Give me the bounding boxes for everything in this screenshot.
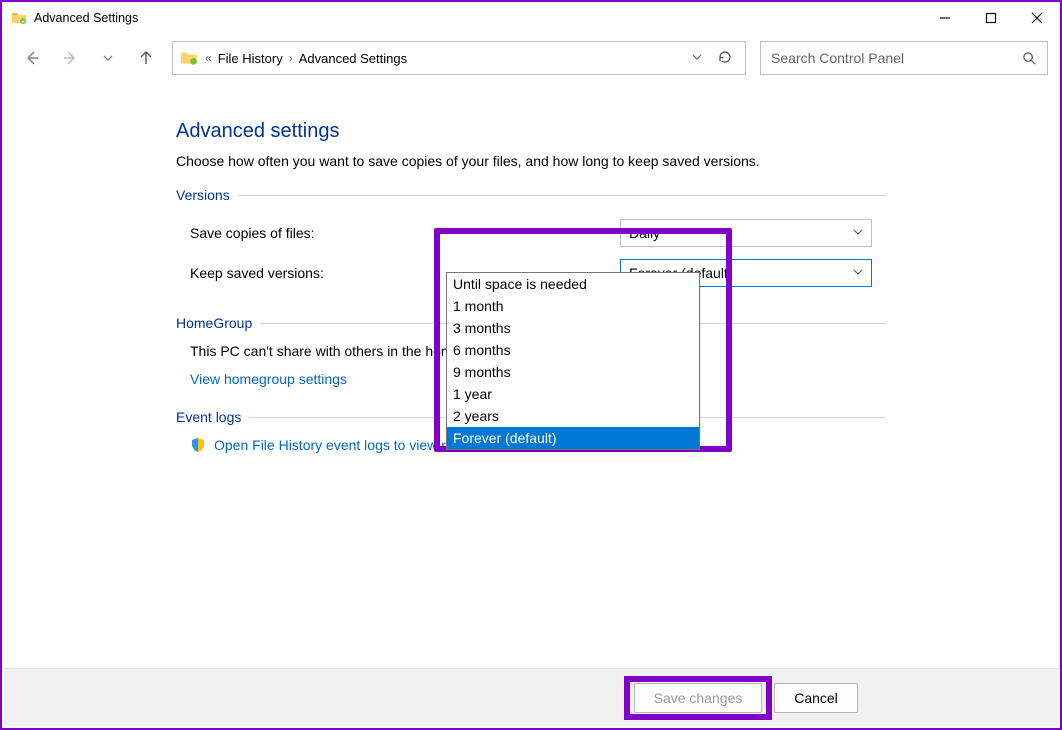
save-copies-label: Save copies of files: bbox=[190, 225, 620, 241]
dropdown-option-selected[interactable]: Forever (default) bbox=[447, 427, 699, 449]
folder-icon bbox=[10, 9, 28, 27]
section-header-versions: Versions bbox=[176, 187, 886, 207]
navigation-bar: « File History › Advanced Settings Searc… bbox=[2, 38, 1060, 78]
dropdown-option[interactable]: 6 months bbox=[447, 339, 699, 361]
title-bar: Advanced Settings bbox=[2, 2, 1060, 34]
section-label: HomeGroup bbox=[176, 315, 252, 331]
save-copies-select[interactable]: Daily bbox=[620, 219, 872, 247]
window-title: Advanced Settings bbox=[34, 11, 138, 25]
minimize-button[interactable] bbox=[922, 3, 968, 33]
save-changes-button[interactable]: Save changes bbox=[634, 683, 762, 713]
dropdown-option[interactable]: 2 years bbox=[447, 405, 699, 427]
up-button[interactable] bbox=[134, 46, 158, 70]
window-controls bbox=[922, 3, 1060, 33]
shield-icon bbox=[190, 437, 206, 453]
maximize-button[interactable] bbox=[968, 3, 1014, 33]
chevron-right-icon: › bbox=[289, 51, 293, 65]
homegroup-settings-link[interactable]: View homegroup settings bbox=[190, 371, 347, 387]
dropdown-option[interactable]: 1 year bbox=[447, 383, 699, 405]
chevron-down-icon bbox=[853, 267, 863, 280]
forward-button[interactable] bbox=[58, 46, 82, 70]
folder-icon bbox=[179, 48, 199, 68]
dropdown-option[interactable]: 1 month bbox=[447, 295, 699, 317]
footer-bar: Save changes Cancel bbox=[4, 668, 1058, 726]
breadcrumb-prefix: « bbox=[205, 51, 212, 65]
search-input[interactable]: Search Control Panel bbox=[760, 41, 1048, 75]
close-button[interactable] bbox=[1014, 3, 1060, 33]
content-area: Advanced settings Choose how often you w… bbox=[2, 78, 1060, 453]
page-title: Advanced settings bbox=[176, 120, 1020, 143]
chevron-down-icon bbox=[853, 227, 863, 240]
breadcrumb-seg-2[interactable]: Advanced Settings bbox=[299, 51, 407, 66]
recent-locations-button[interactable] bbox=[96, 46, 120, 70]
section-label: Event logs bbox=[176, 409, 241, 425]
back-button[interactable] bbox=[20, 46, 44, 70]
search-placeholder: Search Control Panel bbox=[771, 50, 1014, 66]
section-label: Versions bbox=[176, 187, 230, 203]
cancel-button[interactable]: Cancel bbox=[774, 683, 858, 713]
address-right bbox=[691, 49, 739, 68]
window-frame: Advanced Settings « File History › bbox=[0, 0, 1062, 730]
dropdown-option[interactable]: 3 months bbox=[447, 317, 699, 339]
dropdown-option[interactable]: Until space is needed bbox=[447, 273, 699, 295]
keep-versions-dropdown[interactable]: Until space is needed 1 month 3 months 6… bbox=[446, 272, 700, 450]
chevron-down-icon[interactable] bbox=[691, 50, 703, 66]
breadcrumb-seg-1[interactable]: File History bbox=[218, 51, 283, 66]
title-left: Advanced Settings bbox=[6, 9, 138, 27]
page-subtitle: Choose how often you want to save copies… bbox=[176, 153, 1020, 169]
refresh-button[interactable] bbox=[717, 49, 733, 68]
address-bar[interactable]: « File History › Advanced Settings bbox=[172, 41, 746, 75]
divider bbox=[238, 195, 886, 196]
save-copies-value: Daily bbox=[629, 225, 660, 241]
row-save-copies: Save copies of files: Daily bbox=[176, 213, 886, 253]
dropdown-option[interactable]: 9 months bbox=[447, 361, 699, 383]
search-icon bbox=[1022, 51, 1037, 66]
